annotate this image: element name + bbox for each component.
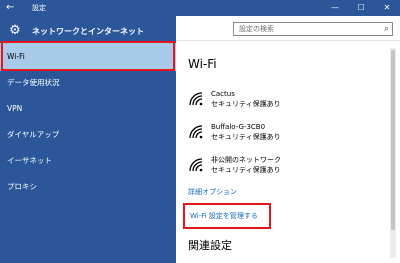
back-button[interactable]: ← bbox=[6, 1, 14, 15]
network-item[interactable]: Buffalo-G-3CB0 セキュリティ保護あり bbox=[188, 122, 388, 150]
related-settings-heading: 関連設定 bbox=[188, 239, 232, 252]
scrollbar-thumb[interactable] bbox=[391, 50, 395, 230]
wifi-signal-icon bbox=[189, 158, 203, 172]
minimize-button[interactable]: — bbox=[322, 0, 348, 16]
sidebar-item-label: VPN bbox=[7, 104, 23, 113]
advanced-options-link[interactable]: 詳細オプション bbox=[188, 186, 237, 198]
window-title: 設定 bbox=[32, 4, 46, 12]
highlight-box-wifi bbox=[1, 41, 175, 71]
title-bar: ← 設定 — ☐ ✕ bbox=[0, 0, 400, 16]
network-name: Buffalo-G-3CB0 bbox=[211, 123, 266, 131]
network-item[interactable]: Cactus セキュリティ保護あり bbox=[188, 89, 388, 117]
gear-icon: ⚙ bbox=[9, 23, 21, 38]
scrollbar[interactable] bbox=[390, 48, 396, 258]
highlight-box-manage bbox=[183, 203, 271, 229]
sidebar-item-label: イーサネット bbox=[7, 156, 52, 165]
network-status: セキュリティ保護あり bbox=[211, 166, 281, 174]
sidebar-item-dialup[interactable]: ダイヤルアップ bbox=[0, 121, 176, 149]
sidebar-item-data-usage[interactable]: データ使用状況 bbox=[0, 69, 176, 97]
sidebar-item-ethernet[interactable]: イーサネット bbox=[0, 147, 176, 175]
page-title: Wi-Fi bbox=[188, 57, 217, 71]
search-placeholder: 設定の検索 bbox=[239, 25, 274, 33]
search-input[interactable]: 設定の検索 ⌕ bbox=[233, 22, 393, 36]
maximize-button[interactable]: ☐ bbox=[348, 0, 374, 16]
wifi-signal-icon bbox=[189, 92, 203, 106]
sidebar-item-label: プロキシ bbox=[7, 182, 37, 191]
network-status: セキュリティ保護あり bbox=[211, 100, 281, 108]
sidebar-item-label: ダイヤルアップ bbox=[7, 130, 60, 139]
sidebar-item-proxy[interactable]: プロキシ bbox=[0, 173, 176, 201]
network-name: 非公開のネットワーク bbox=[211, 156, 281, 164]
sidebar-item-vpn[interactable]: VPN bbox=[0, 95, 176, 123]
network-name: Cactus bbox=[211, 90, 235, 98]
sidebar-section-title: ネットワークとインターネット bbox=[32, 27, 144, 36]
main-panel: Wi-Fi Cactus セキュリティ保護あり Buffalo-G-3CB0 セ… bbox=[176, 41, 400, 263]
wifi-signal-icon bbox=[189, 125, 203, 139]
network-status: セキュリティ保護あり bbox=[211, 133, 281, 141]
search-icon[interactable]: ⌕ bbox=[384, 23, 389, 35]
close-button[interactable]: ✕ bbox=[374, 0, 400, 16]
network-item[interactable]: 非公開のネットワーク セキュリティ保護あり bbox=[188, 155, 388, 183]
sidebar-item-label: データ使用状況 bbox=[7, 78, 60, 87]
